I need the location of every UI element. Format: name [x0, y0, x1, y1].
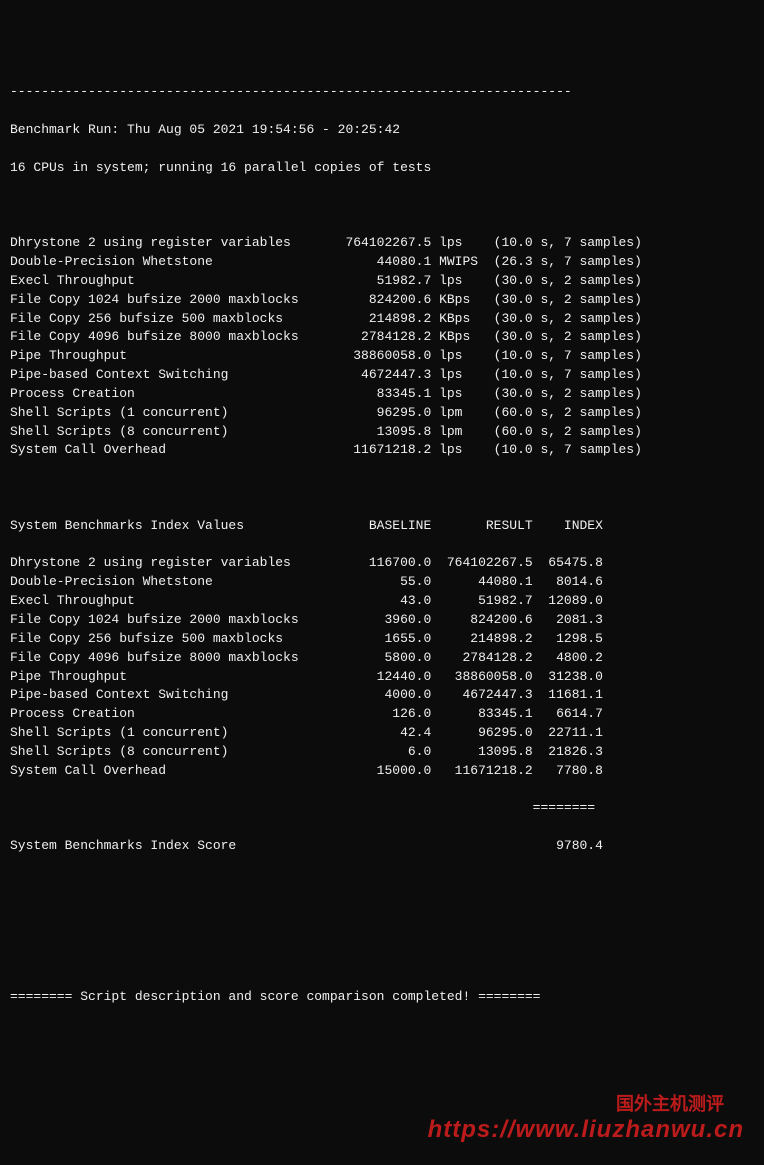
index-row: Dhrystone 2 using register variables 116… [10, 554, 754, 573]
cpu-info-line: 16 CPUs in system; running 16 parallel c… [10, 159, 754, 178]
blank-line [10, 479, 754, 498]
index-row: Process Creation 126.0 83345.1 6614.7 [10, 705, 754, 724]
index-row: Pipe Throughput 12440.0 38860058.0 31238… [10, 668, 754, 687]
blank-line [10, 913, 754, 932]
result-row: File Copy 1024 bufsize 2000 maxblocks 82… [10, 291, 754, 310]
index-row: Shell Scripts (1 concurrent) 42.4 96295.… [10, 724, 754, 743]
result-row: Execl Throughput 51982.7 lps (30.0 s, 2 … [10, 272, 754, 291]
blank-line [10, 196, 754, 215]
result-row: System Call Overhead 11671218.2 lps (10.… [10, 441, 754, 460]
result-row: Process Creation 83345.1 lps (30.0 s, 2 … [10, 385, 754, 404]
benchmark-run-line: Benchmark Run: Thu Aug 05 2021 19:54:56 … [10, 121, 754, 140]
index-row: System Call Overhead 15000.0 11671218.2 … [10, 762, 754, 781]
blank-line [10, 875, 754, 894]
score-divider: ======== [10, 799, 754, 818]
blank-line [10, 950, 754, 969]
index-row: File Copy 256 bufsize 500 maxblocks 1655… [10, 630, 754, 649]
result-row: File Copy 4096 bufsize 8000 maxblocks 27… [10, 328, 754, 347]
result-row: Pipe Throughput 38860058.0 lps (10.0 s, … [10, 347, 754, 366]
watermark-text-2: https://www.liuzhanwu.cn [428, 1113, 744, 1148]
footer-line: ======== Script description and score co… [10, 988, 754, 1007]
result-row: Double-Precision Whetstone 44080.1 MWIPS… [10, 253, 754, 272]
result-row: File Copy 256 bufsize 500 maxblocks 2148… [10, 310, 754, 329]
result-row: Shell Scripts (8 concurrent) 13095.8 lpm… [10, 423, 754, 442]
index-header-line: System Benchmarks Index Values BASELINE … [10, 517, 754, 536]
index-row: File Copy 1024 bufsize 2000 maxblocks 39… [10, 611, 754, 630]
index-row: Double-Precision Whetstone 55.0 44080.1 … [10, 573, 754, 592]
index-row: Shell Scripts (8 concurrent) 6.0 13095.8… [10, 743, 754, 762]
result-row: Dhrystone 2 using register variables 764… [10, 234, 754, 253]
results-block: Dhrystone 2 using register variables 764… [10, 234, 754, 460]
score-line: System Benchmarks Index Score 9780.4 [10, 837, 754, 856]
result-row: Pipe-based Context Switching 4672447.3 l… [10, 366, 754, 385]
index-row: Pipe-based Context Switching 4000.0 4672… [10, 686, 754, 705]
index-row: Execl Throughput 43.0 51982.7 12089.0 [10, 592, 754, 611]
result-row: Shell Scripts (1 concurrent) 96295.0 lpm… [10, 404, 754, 423]
index-block: Dhrystone 2 using register variables 116… [10, 554, 754, 780]
watermark-text-1: 国外主机测评 [616, 1091, 724, 1117]
divider-top: ----------------------------------------… [10, 83, 754, 102]
index-row: File Copy 4096 bufsize 8000 maxblocks 58… [10, 649, 754, 668]
